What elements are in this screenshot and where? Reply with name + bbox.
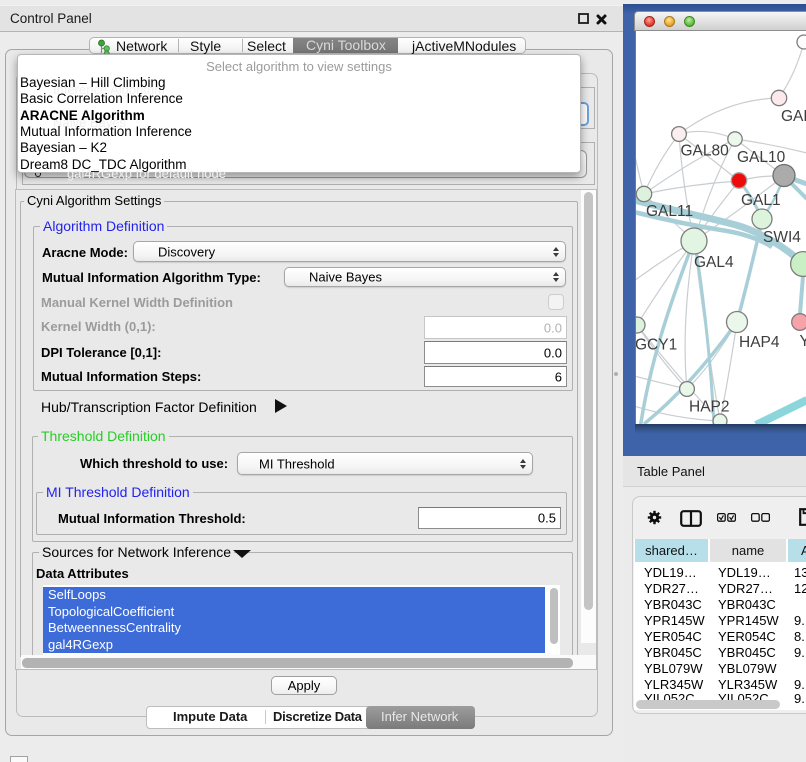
svg-text:GAL: GAL — [781, 108, 806, 125]
svg-text:Y: Y — [800, 333, 806, 350]
svg-text:SWI4: SWI4 — [763, 229, 801, 246]
svg-text:GAL10: GAL10 — [737, 149, 786, 166]
svg-text:GAL80: GAL80 — [681, 143, 730, 160]
svg-text:HAP4: HAP4 — [739, 334, 780, 351]
svg-text:HAP2: HAP2 — [689, 399, 730, 416]
svg-text:GAL11: GAL11 — [646, 203, 693, 220]
svg-text:GCY1: GCY1 — [636, 337, 677, 354]
svg-text:GAL4: GAL4 — [694, 254, 734, 271]
svg-text:GAL1: GAL1 — [741, 192, 781, 209]
